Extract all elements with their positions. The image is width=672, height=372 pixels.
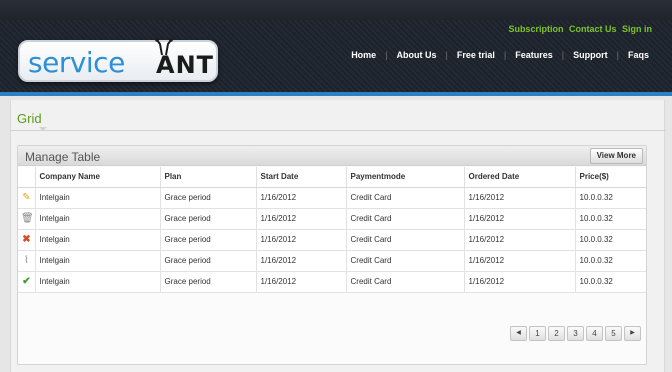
title-divider xyxy=(11,130,666,131)
checkmark-icon[interactable]: ✔ xyxy=(21,276,32,287)
plan-cell: Grace period xyxy=(160,208,257,230)
logo-text-ant: ANT xyxy=(156,51,215,79)
site-header: Subscription Contact Us Sign in service … xyxy=(0,0,672,96)
price-cell: 10.0.0.32 xyxy=(575,271,646,293)
edit-icon[interactable]: ✎ xyxy=(21,192,32,203)
company-name-cell: Intelgain xyxy=(35,271,161,293)
start-date-cell: 1/16/2012 xyxy=(256,208,347,230)
start-date-cell: 1/16/2012 xyxy=(256,271,347,293)
column-header-ordered-date[interactable]: Ordered Date xyxy=(464,167,576,188)
pager-page-1[interactable]: 1 xyxy=(529,326,546,341)
company-name-cell: Intelgain xyxy=(35,187,161,209)
row-action-cell: 🗑 xyxy=(18,208,36,230)
pager-page-2[interactable]: 2 xyxy=(548,326,565,341)
pagination: ◀ 1 2 3 4 5 ▶ xyxy=(510,326,641,341)
nav-free-trial[interactable]: Free trial xyxy=(448,50,504,60)
price-cell: 10.0.0.32 xyxy=(575,187,646,209)
paymentmode-cell: Credit Card xyxy=(346,250,465,272)
title-divider-notch xyxy=(39,127,47,131)
subscription-link[interactable]: Subscription xyxy=(508,24,563,34)
column-header-start-date[interactable]: Start Date xyxy=(256,167,347,188)
column-header-plan[interactable]: Plan xyxy=(160,167,257,188)
paperclip-icon[interactable]: ⌇ xyxy=(21,255,32,266)
column-header-price[interactable]: Price($) xyxy=(575,167,646,188)
table-row: ✎ Intelgain Grace period 1/16/2012 Credi… xyxy=(18,187,646,209)
table-row: ⌇ Intelgain Grace period 1/16/2012 Credi… xyxy=(18,250,646,272)
contact-us-link[interactable]: Contact Us xyxy=(569,24,617,34)
row-action-cell: ✔ xyxy=(18,271,36,293)
pager-page-4[interactable]: 4 xyxy=(586,326,603,341)
header-top-strip xyxy=(0,0,672,20)
trash-icon[interactable]: 🗑 xyxy=(21,213,34,224)
company-name-cell: Intelgain xyxy=(35,208,161,230)
table-row: ✔ Intelgain Grace period 1/16/2012 Credi… xyxy=(18,271,646,293)
plan-cell: Grace period xyxy=(160,187,257,209)
company-name-cell: Intelgain xyxy=(35,250,161,272)
plan-cell: Grace period xyxy=(160,250,257,272)
panel-header: Manage Table View More xyxy=(18,146,646,166)
sign-in-link[interactable]: Sign in xyxy=(622,24,652,34)
paymentmode-cell: Credit Card xyxy=(346,187,465,209)
page-title: Grid xyxy=(17,111,42,126)
company-name-cell: Intelgain xyxy=(35,229,161,251)
ordered-date-cell: 1/16/2012 xyxy=(464,187,576,209)
manage-table-panel: Manage Table View More Company Name Plan… xyxy=(17,145,647,365)
action-column-header xyxy=(18,167,36,188)
price-cell: 10.0.0.32 xyxy=(575,250,646,272)
pager-page-3[interactable]: 3 xyxy=(567,326,584,341)
row-action-cell: ✖ xyxy=(18,229,36,251)
data-table: Company Name Plan Start Date Paymentmode… xyxy=(18,167,646,293)
nav-features[interactable]: Features xyxy=(506,50,562,60)
ordered-date-cell: 1/16/2012 xyxy=(464,208,576,230)
pager-next-button[interactable]: ▶ xyxy=(624,326,641,341)
paymentmode-cell: Credit Card xyxy=(346,208,465,230)
row-action-cell: ✎ xyxy=(18,187,36,209)
serviceant-logo[interactable]: service ANT xyxy=(18,38,218,82)
nav-home[interactable]: Home xyxy=(342,50,385,60)
table-row: ✖ Intelgain Grace period 1/16/2012 Credi… xyxy=(18,229,646,251)
paymentmode-cell: Credit Card xyxy=(346,229,465,251)
table-header-row: Company Name Plan Start Date Paymentmode… xyxy=(18,167,646,188)
price-cell: 10.0.0.32 xyxy=(575,229,646,251)
logo-text-service: service xyxy=(28,46,125,79)
paymentmode-cell: Credit Card xyxy=(346,271,465,293)
ordered-date-cell: 1/16/2012 xyxy=(464,271,576,293)
top-links: Subscription Contact Us Sign in xyxy=(505,24,652,34)
column-header-company-name[interactable]: Company Name xyxy=(35,167,161,188)
table-row: 🗑 Intelgain Grace period 1/16/2012 Credi… xyxy=(18,208,646,230)
price-cell: 10.0.0.32 xyxy=(575,208,646,230)
nav-support[interactable]: Support xyxy=(564,50,617,60)
plan-cell: Grace period xyxy=(160,271,257,293)
start-date-cell: 1/16/2012 xyxy=(256,187,347,209)
ordered-date-cell: 1/16/2012 xyxy=(464,229,576,251)
plan-cell: Grace period xyxy=(160,229,257,251)
main-nav: Home | About Us | Free trial | Features … xyxy=(342,50,658,60)
start-date-cell: 1/16/2012 xyxy=(256,229,347,251)
start-date-cell: 1/16/2012 xyxy=(256,250,347,272)
delete-x-icon[interactable]: ✖ xyxy=(21,234,32,245)
nav-faqs[interactable]: Faqs xyxy=(619,50,658,60)
ordered-date-cell: 1/16/2012 xyxy=(464,250,576,272)
column-header-paymentmode[interactable]: Paymentmode xyxy=(346,167,465,188)
nav-about-us[interactable]: About Us xyxy=(388,50,446,60)
view-more-button[interactable]: View More xyxy=(589,148,643,164)
panel-title: Manage Table xyxy=(25,150,101,164)
main-content: Grid Manage Table View More Company Name… xyxy=(10,100,666,372)
pager-page-5[interactable]: 5 xyxy=(605,326,622,341)
row-action-cell: ⌇ xyxy=(18,250,36,272)
pager-prev-button[interactable]: ◀ xyxy=(510,326,527,341)
